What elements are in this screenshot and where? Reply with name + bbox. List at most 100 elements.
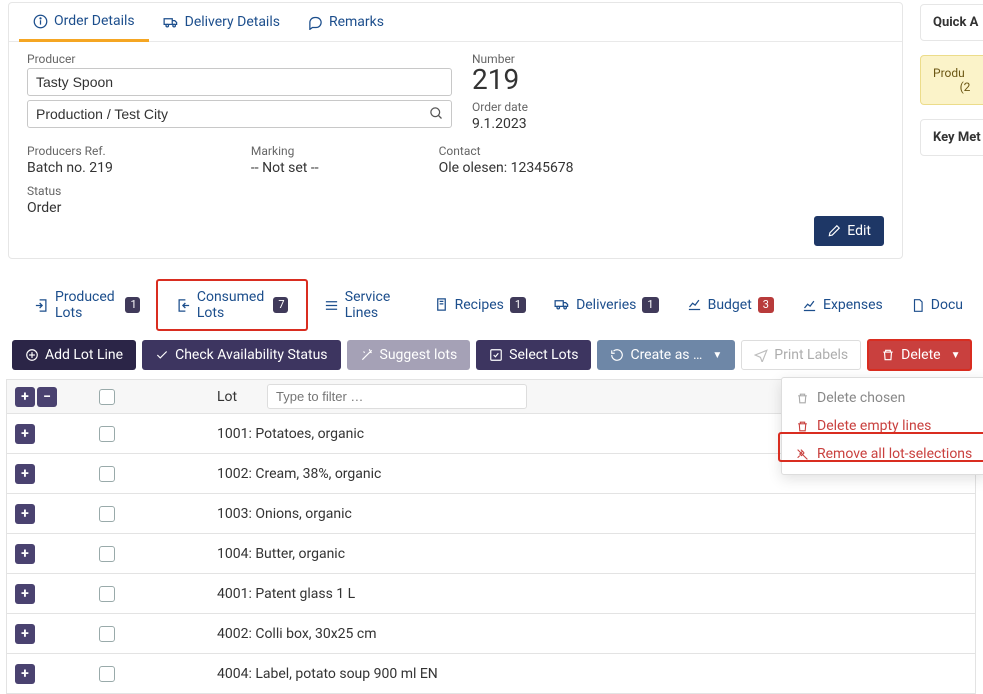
delete-dropdown: Delete chosen Delete empty lines Remove … xyxy=(781,377,983,475)
tab-recipes[interactable]: Recipes 1 xyxy=(422,289,538,321)
row-checkbox[interactable] xyxy=(99,426,115,442)
status-value: Order xyxy=(27,200,61,216)
table-row[interactable]: +4004: Label, potato soup 900 ml EN xyxy=(6,654,976,694)
unpin-icon xyxy=(796,448,809,461)
table-row[interactable]: +4002: Colli box, 30x25 cm xyxy=(6,614,976,654)
tab-deliveries[interactable]: Deliveries 1 xyxy=(542,289,671,321)
right-column: Quick A Produ (2 Key Met xyxy=(920,4,983,170)
expand-row-button[interactable]: + xyxy=(15,504,35,524)
plus-circle-icon xyxy=(25,348,39,362)
dropdown-remove-all[interactable]: Remove all lot-selections xyxy=(782,440,983,468)
add-lot-line-button[interactable]: Add Lot Line xyxy=(12,340,136,370)
truck-icon xyxy=(163,15,179,30)
expand-row-button[interactable]: + xyxy=(15,424,35,444)
label-status: Status xyxy=(27,184,61,198)
redo-icon xyxy=(610,348,624,362)
dropdown-delete-chosen[interactable]: Delete chosen xyxy=(782,384,983,412)
row-checkbox[interactable] xyxy=(99,626,115,642)
tab-label: Expenses xyxy=(823,297,883,313)
edit-button[interactable]: Edit xyxy=(814,216,884,246)
button-label: Add Lot Line xyxy=(45,347,123,363)
chevron-down-icon: ▼ xyxy=(712,350,722,361)
expand-row-button[interactable]: + xyxy=(15,464,35,484)
tab-badge: 1 xyxy=(510,297,526,313)
order-date-value: 9.1.2023 xyxy=(472,116,528,132)
tab-remarks[interactable]: Remarks xyxy=(294,3,398,41)
row-checkbox[interactable] xyxy=(99,546,115,562)
producer-alert-card: Produ (2 xyxy=(920,55,983,105)
expand-row-button[interactable]: + xyxy=(15,624,35,644)
select-all-checkbox[interactable] xyxy=(99,389,115,405)
trash-icon xyxy=(881,348,895,362)
row-checkbox[interactable] xyxy=(99,666,115,682)
tab-order-details[interactable]: Order Details xyxy=(19,3,149,42)
delete-button[interactable]: Delete ▼ xyxy=(867,339,972,371)
button-label: Create as … xyxy=(630,347,702,363)
label-order-date: Order date xyxy=(472,100,528,114)
tab-documents[interactable]: Docu xyxy=(899,289,975,321)
lot-cell: 1004: Butter, organic xyxy=(217,546,345,562)
section-tabs: Produced Lots 1 Consumed Lots 7 Service … xyxy=(0,259,983,331)
tab-produced-lots[interactable]: Produced Lots 1 xyxy=(22,281,152,329)
filter-input[interactable] xyxy=(267,384,527,409)
dropdown-label: Delete empty lines xyxy=(817,418,931,434)
expand-row-button[interactable]: + xyxy=(15,544,35,564)
producer-input[interactable] xyxy=(27,68,452,96)
key-metrics-card: Key Met xyxy=(920,119,983,156)
quick-actions-card: Quick A xyxy=(920,4,983,41)
table-row[interactable]: +1004: Butter, organic xyxy=(6,534,976,574)
tab-label: Order Details xyxy=(54,13,135,29)
tab-label: Delivery Details xyxy=(185,14,280,30)
edit-icon xyxy=(827,224,841,238)
table-row[interactable]: +4001: Patent glass 1 L xyxy=(6,574,976,614)
edit-label: Edit xyxy=(847,223,871,239)
order-number: 219 xyxy=(472,66,528,94)
search-icon[interactable] xyxy=(429,106,444,121)
tab-label: Remarks xyxy=(329,14,384,30)
label-producer: Producer xyxy=(27,52,452,66)
dropdown-label: Delete chosen xyxy=(817,390,905,406)
tab-badge: 1 xyxy=(642,297,658,313)
select-lots-button[interactable]: Select Lots xyxy=(476,340,591,370)
dropdown-label: Remove all lot-selections xyxy=(817,446,972,462)
label-marking: Marking xyxy=(251,144,319,158)
table-row[interactable]: +1003: Onions, organic xyxy=(6,494,976,534)
select-icon xyxy=(489,348,503,362)
print-labels-button[interactable]: Print Labels xyxy=(741,340,861,370)
location-input[interactable] xyxy=(27,100,452,128)
collapse-all-button[interactable]: − xyxy=(37,387,57,407)
wand-icon xyxy=(360,348,374,362)
lot-cell: 1001: Potatoes, organic xyxy=(217,426,364,442)
document-icon xyxy=(911,298,925,313)
producer-alert-line2: (2 xyxy=(933,80,983,94)
row-checkbox[interactable] xyxy=(99,586,115,602)
check-icon xyxy=(155,348,169,362)
chevron-down-icon: ▼ xyxy=(951,350,961,361)
comment-icon xyxy=(308,15,323,30)
expand-row-button[interactable]: + xyxy=(15,584,35,604)
check-availability-button[interactable]: Check Availability Status xyxy=(142,340,340,370)
in-icon xyxy=(176,298,191,313)
create-as-button[interactable]: Create as … ▼ xyxy=(597,340,735,370)
expand-row-button[interactable]: + xyxy=(15,664,35,684)
tab-label: Docu xyxy=(931,297,963,313)
button-label: Delete xyxy=(901,347,940,363)
tab-expenses[interactable]: Expenses xyxy=(790,289,895,321)
tab-service-lines[interactable]: Service Lines xyxy=(312,281,418,329)
tab-label: Produced Lots xyxy=(55,289,119,321)
row-checkbox[interactable] xyxy=(99,506,115,522)
suggest-lots-button[interactable]: Suggest lots xyxy=(347,340,471,370)
tab-budget[interactable]: Budget 3 xyxy=(675,289,786,321)
info-icon xyxy=(33,14,48,29)
expand-all-button[interactable]: + xyxy=(15,387,35,407)
producer-alert-line1: Produ xyxy=(933,66,983,80)
dropdown-delete-empty[interactable]: Delete empty lines xyxy=(782,412,983,440)
row-checkbox[interactable] xyxy=(99,466,115,482)
marking-value: -- Not set -- xyxy=(251,160,319,176)
tab-label: Service Lines xyxy=(345,289,406,321)
chart-icon xyxy=(687,297,702,312)
tab-delivery-details[interactable]: Delivery Details xyxy=(149,3,294,41)
lot-cell: 4001: Patent glass 1 L xyxy=(217,586,355,602)
trash-icon xyxy=(796,392,809,405)
tab-consumed-lots[interactable]: Consumed Lots 7 xyxy=(156,279,308,331)
